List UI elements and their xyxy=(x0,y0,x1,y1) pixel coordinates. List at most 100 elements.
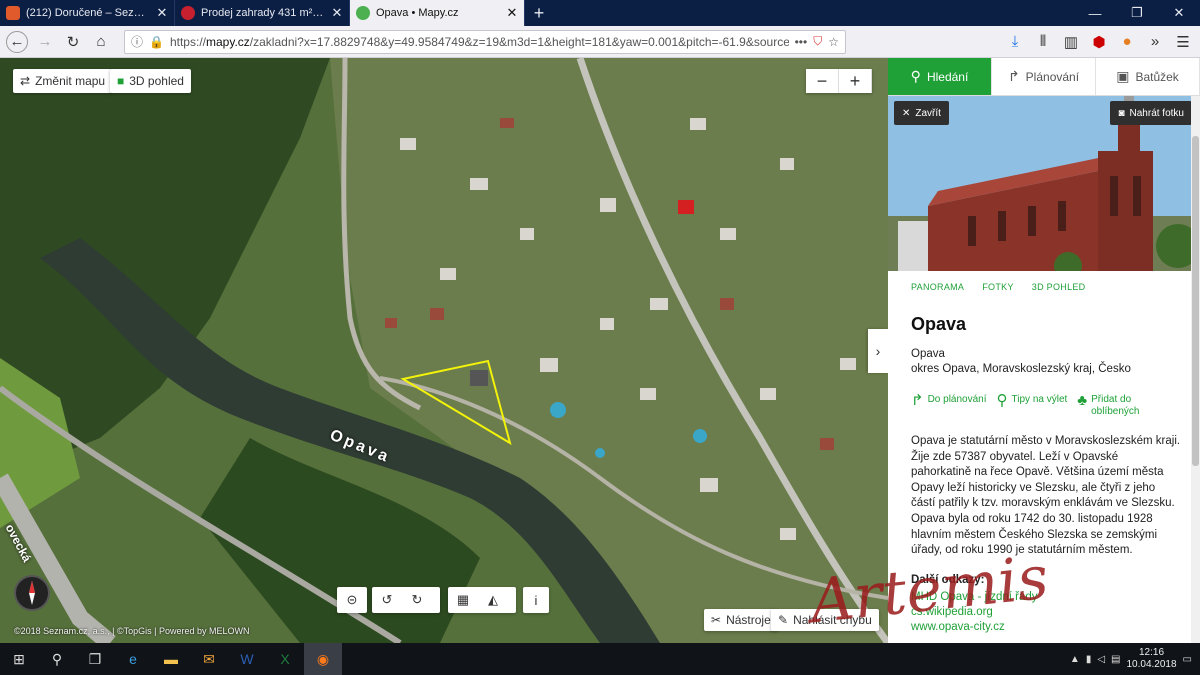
map-copyright: ©2018 Seznam.cz, a.s., | ©TopGis | Power… xyxy=(14,626,250,636)
network-icon[interactable]: ▮ xyxy=(1086,654,1092,665)
map-viewport[interactable]: ⇄ Změnit mapu ■ 3D pohled − + Opava ovec… xyxy=(0,58,888,643)
tab-label: Batůžek xyxy=(1135,69,1179,84)
start-icon[interactable]: ⊞ xyxy=(0,643,38,675)
compass-icon[interactable] xyxy=(14,575,50,611)
mapy-icon xyxy=(356,6,370,20)
info-button[interactable]: i xyxy=(523,587,549,613)
tab-label: Plánování xyxy=(1025,69,1080,84)
panel-scrollbar[interactable] xyxy=(1191,96,1200,643)
trip-tips-button[interactable]: ⚲ Tipy na výlet xyxy=(997,393,1068,418)
extension-icon[interactable]: ● xyxy=(1114,29,1140,55)
clock[interactable]: 12:16 10.04.2018 xyxy=(1126,647,1176,671)
reset-view-icon[interactable]: ⊝ xyxy=(337,587,367,613)
add-favorite-button[interactable]: ♣ Přidat do oblíbených xyxy=(1077,392,1151,418)
mail-icon[interactable]: ✉ xyxy=(190,643,228,675)
tab-search[interactable]: ⚲ Hledání xyxy=(888,58,992,95)
close-icon[interactable]: ✕ xyxy=(156,5,168,21)
forward-arrow-icon: → xyxy=(37,33,53,50)
place-photo[interactable]: ✕ Zavřít ◙ Nahrát fotku xyxy=(888,96,1200,271)
email-icon xyxy=(6,6,20,20)
report-error-button[interactable]: ✎ Nahlásit chybu xyxy=(771,609,879,631)
reload-button[interactable]: ↻ xyxy=(60,29,86,55)
media-links: PANORAMA FOTKY 3D POHLED xyxy=(911,282,1085,292)
tray-app-icon[interactable]: ▲ xyxy=(1070,654,1080,665)
bookmark-star-icon[interactable]: ☆ xyxy=(828,35,839,49)
aerial-imagery xyxy=(0,58,888,643)
excel-icon[interactable]: X xyxy=(266,643,304,675)
tab-sreality[interactable]: Prodej zahrady 431 m², Těšínská ✕ xyxy=(175,0,350,26)
panel-tabs: ⚲ Hledání ↱ Plánování ▣ Batůžek xyxy=(888,58,1200,96)
system-tray: ▲ ▮ ◁ ▤ 12:16 10.04.2018 ▭ xyxy=(1070,647,1200,671)
chevron-right-icon: › xyxy=(875,343,881,359)
perspective-view-icon[interactable]: ◭ xyxy=(478,587,508,613)
minimize-icon[interactable]: — xyxy=(1074,0,1116,26)
upload-photo-button[interactable]: ◙ Nahrát fotku xyxy=(1110,101,1192,125)
restore-icon[interactable]: ❐ xyxy=(1116,0,1158,26)
zoom-out-button[interactable]: − xyxy=(806,69,839,93)
action-label: Do plánování xyxy=(927,394,987,405)
backpack-icon: ▣ xyxy=(1116,68,1130,84)
close-button[interactable]: ✕ Zavřít xyxy=(894,101,949,125)
library-icon[interactable]: ⫴ xyxy=(1030,29,1056,55)
add-to-planning-button[interactable]: ↱ Do plánování xyxy=(911,393,987,418)
volume-icon[interactable]: ◁ xyxy=(1097,654,1105,665)
task-view-icon[interactable]: ❐ xyxy=(76,643,114,675)
collapse-panel-button[interactable]: › xyxy=(868,329,888,373)
info-icon[interactable]: ⓘ xyxy=(131,33,143,50)
tools-button[interactable]: ✂ Nástroje xyxy=(704,609,778,631)
view-3d-button[interactable]: ■ 3D pohled xyxy=(110,69,191,93)
view-mode-group: ▦ ◭ xyxy=(448,587,516,613)
panorama-link[interactable]: PANORAMA xyxy=(911,282,964,292)
grid-view-icon[interactable]: ▦ xyxy=(448,587,478,613)
close-icon[interactable]: ✕ xyxy=(506,5,518,21)
adblock-icon[interactable]: ⬢ xyxy=(1086,29,1112,55)
file-explorer-icon[interactable]: ▬ xyxy=(152,643,190,675)
page-actions-icon[interactable]: ••• xyxy=(795,35,808,49)
taskbar: ⊞ ⚲ ❐ e ▬ ✉ W X ◉ ▲ ▮ ◁ ▤ 12:16 10.04.20… xyxy=(0,643,1200,675)
action-label: Přidat do oblíbených xyxy=(1091,394,1140,417)
close-icon[interactable]: ✕ xyxy=(331,5,343,21)
photos-link[interactable]: FOTKY xyxy=(982,282,1014,292)
tab-email[interactable]: (212) Doručené – Seznam Email ✕ xyxy=(0,0,175,26)
overflow-icon[interactable]: » xyxy=(1142,29,1168,55)
tab-planning[interactable]: ↱ Plánování xyxy=(992,58,1096,95)
pocket-icon[interactable]: ⛉ xyxy=(813,34,822,49)
edge-icon[interactable]: e xyxy=(114,643,152,675)
url-bar[interactable]: ⓘ 🔒 https://mapy.cz/zakladni?x=17.882974… xyxy=(124,29,846,54)
new-tab-button[interactable]: + xyxy=(525,0,553,26)
rotate-right-icon[interactable]: ↻ xyxy=(402,587,432,613)
search-icon: ⚲ xyxy=(910,68,921,84)
more-links: MHD Opava - jízdní řády cs.wikipedia.org… xyxy=(911,590,1038,635)
tools-icon: ✂ xyxy=(711,613,722,627)
tools-label: Nástroje xyxy=(726,613,771,627)
wikipedia-link[interactable]: cs.wikipedia.org xyxy=(911,605,1038,620)
tab-backpack[interactable]: ▣ Batůžek xyxy=(1096,58,1200,95)
back-arrow-icon: ← xyxy=(6,30,28,53)
close-window-icon[interactable]: ✕ xyxy=(1158,0,1200,26)
back-button[interactable]: ← xyxy=(4,29,30,55)
home-icon: ⌂ xyxy=(96,33,106,50)
rotate-left-icon[interactable]: ↺ xyxy=(372,587,402,613)
scrollbar-thumb[interactable] xyxy=(1192,136,1199,466)
sidebar-icon[interactable]: ▥ xyxy=(1058,29,1084,55)
home-button[interactable]: ⌂ xyxy=(88,29,114,55)
city-link[interactable]: www.opava-city.cz xyxy=(911,620,1038,635)
reload-icon: ↻ xyxy=(66,33,80,51)
zoom-in-button[interactable]: + xyxy=(839,69,872,93)
view-reset-group: ⊝ xyxy=(337,587,367,613)
search-icon[interactable]: ⚲ xyxy=(38,643,76,675)
side-panel: ⚲ Hledání ↱ Plánování ▣ Batůžek ✕ Zavřít… xyxy=(888,58,1200,643)
word-icon[interactable]: W xyxy=(228,643,266,675)
view-3d-link[interactable]: 3D POHLED xyxy=(1032,282,1086,292)
mhd-link[interactable]: MHD Opava - jízdní řády xyxy=(911,590,1038,605)
notifications-icon[interactable]: ▭ xyxy=(1183,654,1192,665)
firefox-icon[interactable]: ◉ xyxy=(304,643,342,675)
zoom-controls: − + xyxy=(806,69,872,93)
change-map-button[interactable]: ⇄ Změnit mapu xyxy=(13,69,113,93)
menu-icon[interactable]: ☰ xyxy=(1170,29,1196,55)
tab-mapy[interactable]: Opava • Mapy.cz ✕ xyxy=(350,0,525,26)
favorite-icon: ♣ xyxy=(1077,392,1088,409)
language-icon[interactable]: ▤ xyxy=(1111,654,1120,665)
forward-button[interactable]: → xyxy=(32,29,58,55)
download-icon[interactable]: ⤓ xyxy=(1002,29,1028,55)
